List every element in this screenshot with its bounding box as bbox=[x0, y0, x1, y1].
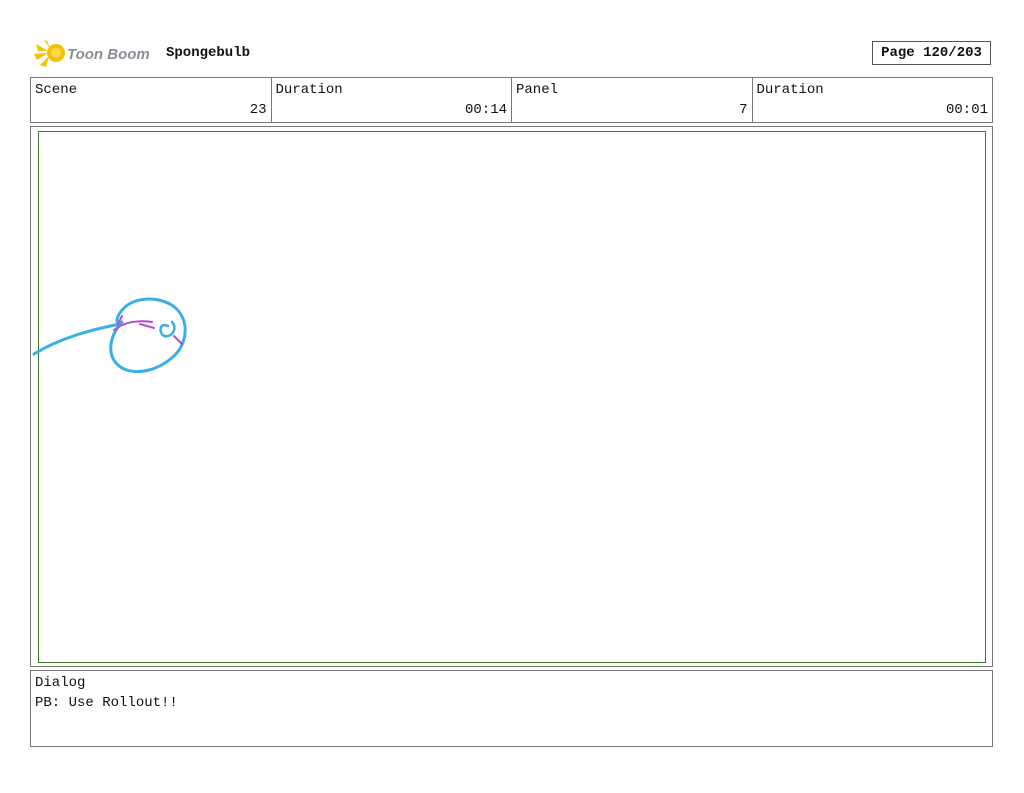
panel-cell: Panel 7 bbox=[512, 78, 753, 122]
scene-duration-label: Duration bbox=[275, 82, 343, 98]
panel-duration-value: 00:01 bbox=[945, 102, 988, 118]
page-counter: Page 120/203 bbox=[872, 41, 991, 65]
sketch-eye-loop bbox=[159, 320, 176, 338]
panel-duration-label: Duration bbox=[756, 82, 824, 98]
scene-cell: Scene 23 bbox=[31, 78, 272, 122]
panel-info-table: Scene 23 Duration 00:14 Panel 7 Duration… bbox=[30, 77, 993, 123]
panel-label: Panel bbox=[516, 82, 559, 98]
panel-duration-cell: Duration 00:01 bbox=[753, 78, 993, 122]
scene-value: 23 bbox=[249, 102, 267, 118]
dialog-text: PB: Use Rollout!! bbox=[35, 695, 178, 711]
project-title: Spongebulb bbox=[166, 45, 251, 61]
sketch-tail-line bbox=[32, 322, 122, 356]
sketch-cheek-stroke bbox=[173, 335, 183, 345]
panel-value: 7 bbox=[739, 102, 748, 118]
dialog-box: Dialog PB: Use Rollout!! bbox=[30, 670, 993, 747]
scene-duration-value: 00:14 bbox=[464, 102, 507, 118]
toon-boom-logo: Toon Boom bbox=[34, 38, 158, 70]
scene-label: Scene bbox=[35, 82, 78, 98]
scene-duration-cell: Duration 00:14 bbox=[272, 78, 512, 122]
dialog-label: Dialog bbox=[35, 675, 86, 691]
svg-text:Toon Boom: Toon Boom bbox=[67, 46, 150, 63]
toon-boom-logo-icon: Toon Boom bbox=[34, 40, 150, 67]
storyboard-sketch bbox=[32, 297, 187, 373]
